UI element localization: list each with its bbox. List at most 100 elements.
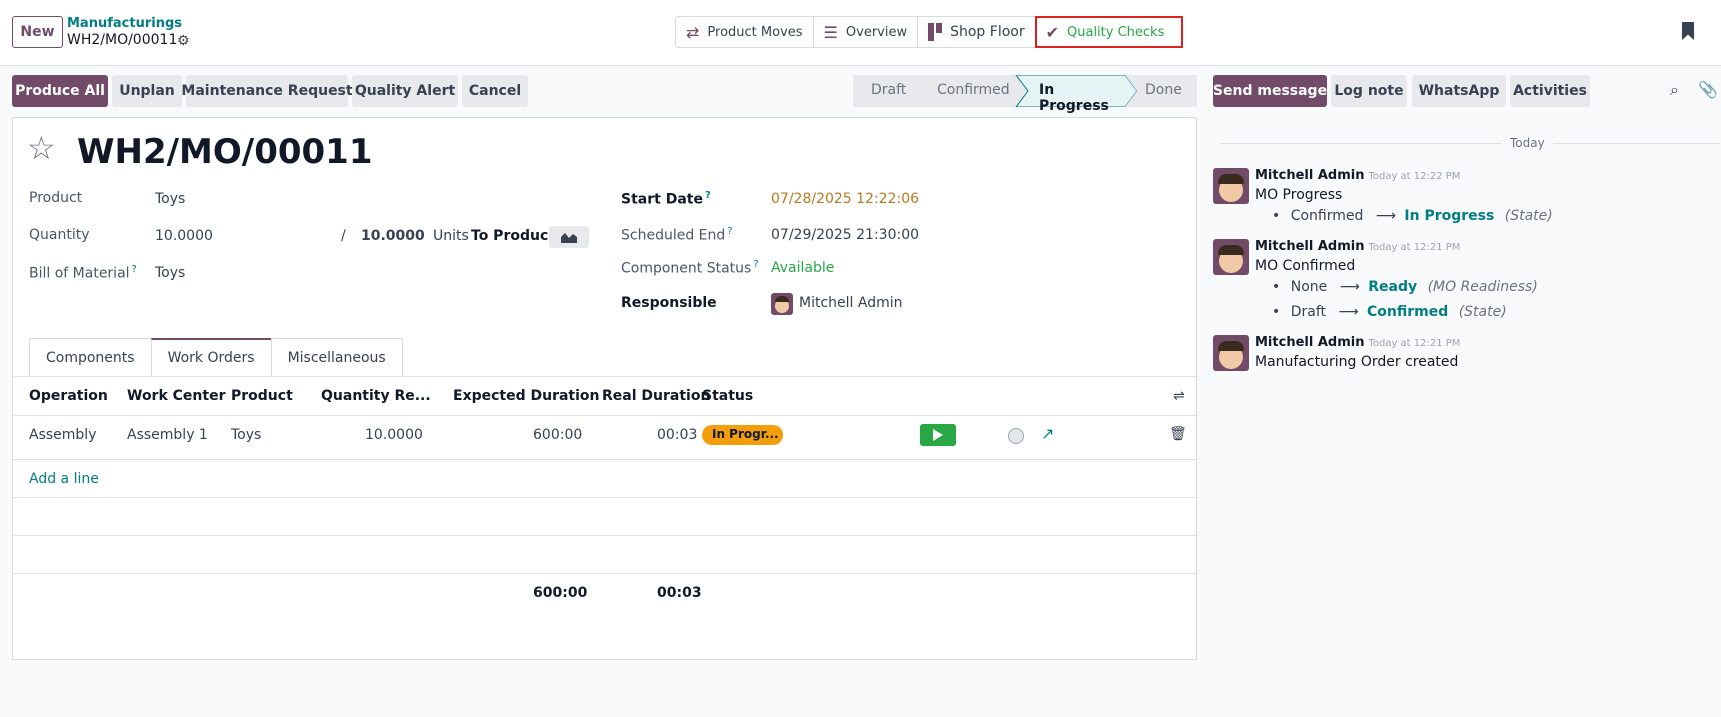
optional-columns-icon[interactable]: ⇌ — [1173, 388, 1185, 404]
bom-field[interactable]: Toys — [155, 265, 185, 281]
chatter-day-divider — [1220, 143, 1720, 144]
start-workorder-button[interactable] — [920, 424, 956, 446]
maintenance-request-button[interactable]: Maintenance Request — [181, 75, 353, 107]
kanban-icon — [928, 23, 943, 41]
overview-button[interactable]: ☰ Overview — [814, 17, 919, 47]
component-status-field: Available — [771, 260, 835, 276]
col-operation[interactable]: Operation — [29, 388, 108, 404]
overview-label: Overview — [845, 24, 908, 40]
total-real: 00:03 — [657, 585, 702, 601]
stage-done[interactable]: Done — [1145, 82, 1182, 98]
col-status[interactable]: Status — [702, 388, 753, 404]
scheduled-end-help-icon[interactable]: ? — [727, 226, 732, 237]
tracking-old: Confirmed — [1290, 208, 1364, 224]
product-field[interactable]: Toys — [155, 191, 185, 207]
exchange-icon: ⇄ — [686, 22, 700, 42]
row-operation: Assembly — [29, 427, 97, 443]
shop-floor-button[interactable]: Shop Floor — [918, 17, 1036, 47]
row-quantity: 10.0000 — [365, 427, 423, 443]
message-author[interactable]: Mitchell Admin — [1255, 335, 1364, 350]
bom-label-text: Bill of Material — [29, 265, 130, 282]
control-panel: New Manufacturings WH2/MO/00011 ⚙ ⇄ Prod… — [0, 0, 1721, 66]
start-date-label: Start Date? — [621, 190, 711, 208]
avatar — [1213, 335, 1249, 371]
quality-alert-button[interactable]: Quality Alert — [352, 75, 458, 107]
unplan-button[interactable]: Unplan — [112, 75, 182, 107]
forecast-report-button[interactable] — [549, 226, 589, 248]
to-produce-label: To Produce — [471, 228, 558, 244]
cancel-button[interactable]: Cancel — [462, 75, 528, 107]
row-work-center: Assembly 1 — [127, 427, 208, 443]
responsible-label: Responsible — [621, 295, 717, 311]
produce-all-button[interactable]: Produce All — [12, 75, 108, 107]
tracking-field: (State) — [1458, 304, 1507, 320]
bom-help-icon[interactable]: ? — [132, 264, 137, 275]
col-expected-duration[interactable]: Expected Duration — [453, 388, 600, 404]
stage-in-progress[interactable]: In Progress — [1039, 82, 1109, 114]
scheduled-end-label-text: Scheduled End — [621, 227, 726, 244]
whatsapp-button[interactable]: WhatsApp — [1412, 75, 1506, 107]
stage-draft[interactable]: Draft — [871, 82, 906, 98]
bookmark-icon[interactable] — [1682, 22, 1694, 40]
tracking-field: (State) — [1504, 208, 1553, 224]
play-icon — [933, 429, 943, 441]
col-product[interactable]: Product — [231, 388, 293, 404]
status-badge: In Progr... — [702, 425, 783, 445]
tracking-line: • Confirmed ⟶ In Progress (State) — [1272, 208, 1553, 224]
row-divider-1 — [13, 459, 1198, 460]
new-button[interactable]: New — [12, 16, 63, 48]
col-real-duration[interactable]: Real Duration — [602, 388, 710, 404]
tab-miscellaneous[interactable]: Miscellaneous — [270, 338, 403, 376]
start-date-field[interactable]: 07/28/2025 12:22:06 — [771, 191, 919, 207]
shop-floor-label: Shop Floor — [950, 24, 1025, 40]
external-link-icon[interactable]: ↗ — [1041, 424, 1054, 443]
scheduled-end-field[interactable]: 07/29/2025 21:30:00 — [771, 227, 919, 243]
quantity-label: Quantity — [29, 227, 90, 243]
component-status-help-icon[interactable]: ? — [753, 259, 758, 270]
component-status-label-text: Component Status — [621, 260, 752, 277]
message-header: Mitchell Admin Today at 12:22 PM — [1255, 167, 1460, 183]
tracking-field: (MO Readiness) — [1427, 279, 1538, 295]
bom-label: Bill of Material? — [29, 264, 137, 282]
scheduled-end-label: Scheduled End? — [621, 226, 733, 244]
send-message-button[interactable]: Send message — [1213, 75, 1327, 107]
col-quantity[interactable]: Quantity Re... — [321, 388, 431, 404]
product-moves-label: Product Moves — [707, 24, 803, 40]
log-note-button[interactable]: Log note — [1331, 75, 1407, 107]
activities-button[interactable]: Activities — [1510, 75, 1590, 107]
add-line-link[interactable]: Add a line — [29, 471, 99, 487]
arrow-icon: ⟶ — [1375, 208, 1396, 224]
product-moves-button[interactable]: ⇄ Product Moves — [676, 17, 814, 47]
start-date-help-icon[interactable]: ? — [705, 190, 711, 201]
quantity-target: 10.0000 — [361, 228, 425, 244]
col-work-center[interactable]: Work Center — [127, 388, 225, 404]
message-author[interactable]: Mitchell Admin — [1255, 239, 1364, 254]
message-header: Mitchell Admin Today at 12:21 PM — [1255, 238, 1460, 254]
message-time: Today at 12:21 PM — [1368, 242, 1461, 253]
tab-components[interactable]: Components — [29, 338, 152, 376]
tracking-line: • Draft ⟶ Confirmed (State) — [1272, 304, 1507, 320]
responsible-field[interactable]: Mitchell Admin — [799, 295, 903, 311]
trash-icon[interactable]: 🗑 — [1169, 426, 1187, 442]
total-expected: 600:00 — [533, 585, 588, 601]
search-icon[interactable]: ⌕ — [1670, 80, 1679, 100]
gear-icon[interactable]: ⚙ — [177, 33, 190, 49]
breadcrumb-parent[interactable]: Manufacturings — [67, 16, 182, 31]
paperclip-icon[interactable]: 📎 — [1698, 80, 1718, 99]
row-expected: 600:00 — [533, 427, 583, 443]
message-time: Today at 12:22 PM — [1368, 171, 1461, 182]
check-icon: ✔ — [1045, 22, 1060, 42]
arrow-icon: ⟶ — [1339, 279, 1360, 295]
message-author[interactable]: Mitchell Admin — [1255, 168, 1364, 183]
tab-work-orders[interactable]: Work Orders — [150, 338, 272, 376]
quantity-input[interactable]: 10.0000 — [155, 228, 213, 244]
message-time: Today at 12:21 PM — [1368, 338, 1461, 349]
row-divider-2 — [13, 497, 1198, 498]
stage-confirmed[interactable]: Confirmed — [937, 82, 1010, 98]
star-icon[interactable]: ☆ — [27, 132, 56, 164]
tracking-new: In Progress — [1404, 208, 1495, 224]
quality-checks-button[interactable]: ✔ Quality Checks — [1034, 16, 1183, 48]
status-circle-icon[interactable] — [1008, 428, 1024, 444]
quality-checks-label: Quality Checks — [1067, 24, 1165, 40]
arrow-icon: ⟶ — [1338, 304, 1359, 320]
